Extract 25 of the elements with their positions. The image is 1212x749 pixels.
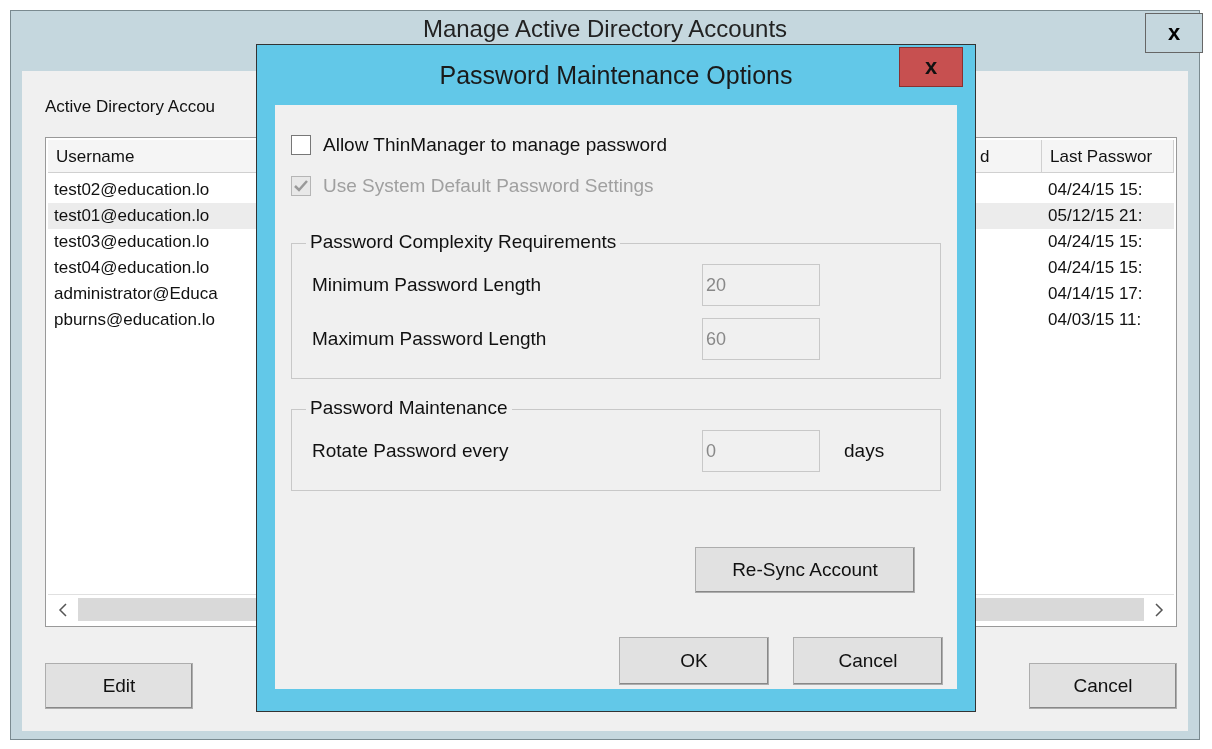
ok-button[interactable]: OK	[619, 637, 769, 685]
table-cell-text: 05/12/15 21:	[1047, 206, 1144, 226]
table-cell-text: test01@education.lo	[53, 206, 211, 226]
table-cell-text: test04@education.lo	[53, 258, 211, 278]
table-cell-text: 04/03/15 11:	[1047, 310, 1143, 330]
table-cell-text: pburns@education.lo	[53, 310, 216, 330]
dialog-title: Password Maintenance Options	[439, 60, 793, 90]
field-label: Minimum Password Length	[312, 274, 543, 296]
cancel-button[interactable]: Cancel	[793, 637, 943, 685]
field-label: Rotate Password every	[312, 440, 510, 462]
unit-label: days	[844, 440, 885, 462]
window-title: Manage Active Directory Accounts	[422, 16, 788, 42]
checkbox-label: Use System Default Password Settings	[323, 174, 654, 197]
checkbox-label: Allow ThinManager to manage password	[323, 133, 667, 156]
checkbox[interactable]	[291, 134, 311, 155]
close-button[interactable]: x	[1145, 13, 1203, 53]
close-button[interactable]: x	[899, 47, 963, 87]
cancel-button[interactable]: Cancel	[1029, 663, 1177, 709]
field-label: Maximum Password Length	[312, 328, 548, 350]
column-header[interactable]: Last Passwor	[1042, 140, 1174, 172]
table-cell-text: 04/24/15 15:	[1047, 258, 1144, 278]
resync-button[interactable]: Re-Sync Account	[695, 547, 915, 593]
accounts-label: Active Directory Accou	[45, 97, 217, 118]
edit-button[interactable]: Edit	[45, 663, 193, 709]
checkmark-icon	[294, 179, 308, 192]
